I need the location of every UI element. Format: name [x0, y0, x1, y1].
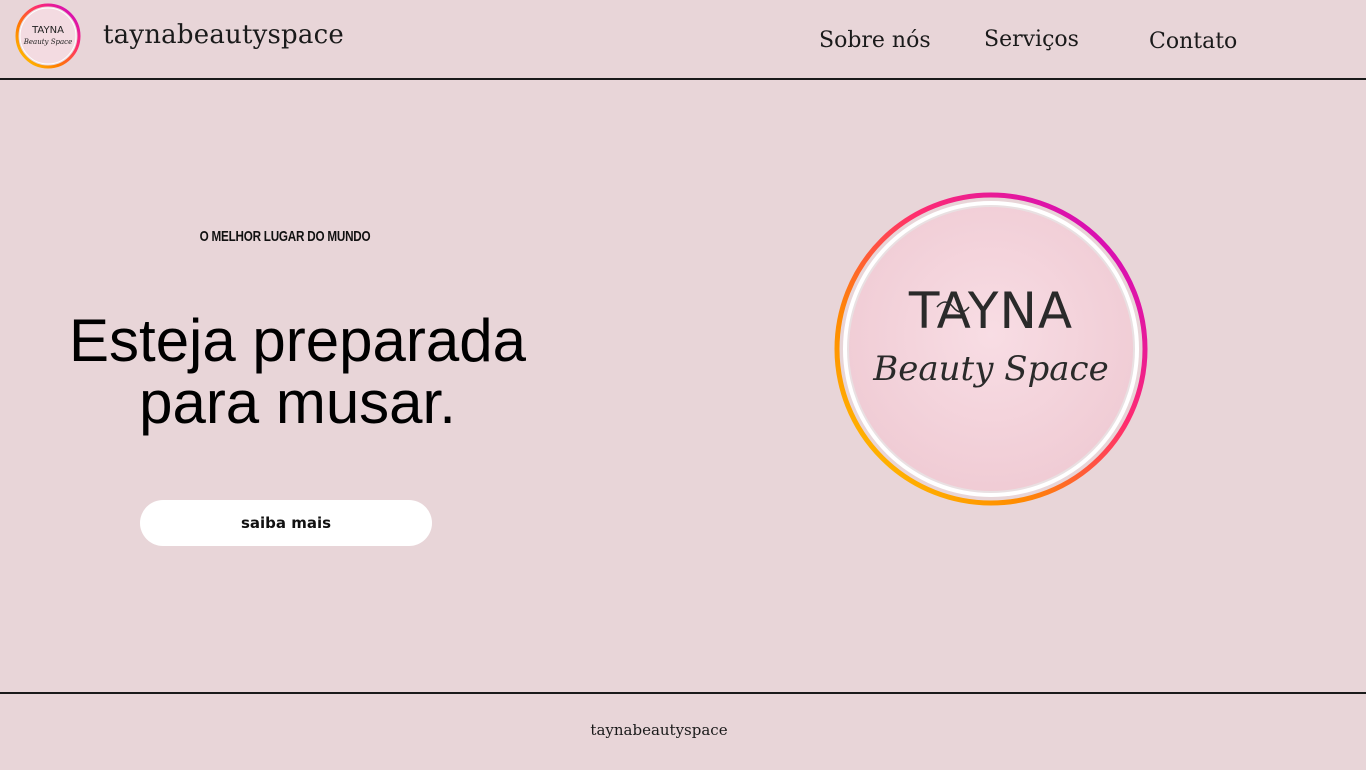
small-logo-title: TAYNA	[31, 25, 64, 36]
nav-servicos[interactable]: Serviços	[984, 27, 1079, 52]
nav-sobre-nos[interactable]: Sobre nós	[819, 28, 931, 53]
logo-title: TAYNA	[908, 282, 1073, 340]
brand-logo[interactable]: TAYNA Beauty Space	[15, 3, 81, 69]
footer-brand: taynabeautyspace	[590, 721, 728, 739]
hero-eyebrow: O MELHOR LUGAR DO MUNDO	[199, 228, 371, 245]
site-footer: taynabeautyspace	[0, 692, 1366, 770]
logo-script: Beauty Space	[872, 349, 1108, 389]
brand-name[interactable]: taynabeautyspace	[103, 20, 344, 50]
saiba-mais-button[interactable]: saiba mais	[140, 500, 432, 546]
site-header: TAYNA Beauty Space taynabeautyspace Sobr…	[0, 0, 1366, 80]
nav-contato[interactable]: Contato	[1149, 29, 1237, 54]
hero-logo: TAYNA Beauty Space	[832, 190, 1150, 508]
hero-headline: Esteja preparada para musar.	[69, 307, 526, 436]
small-logo-script: Beauty Space	[23, 38, 72, 46]
